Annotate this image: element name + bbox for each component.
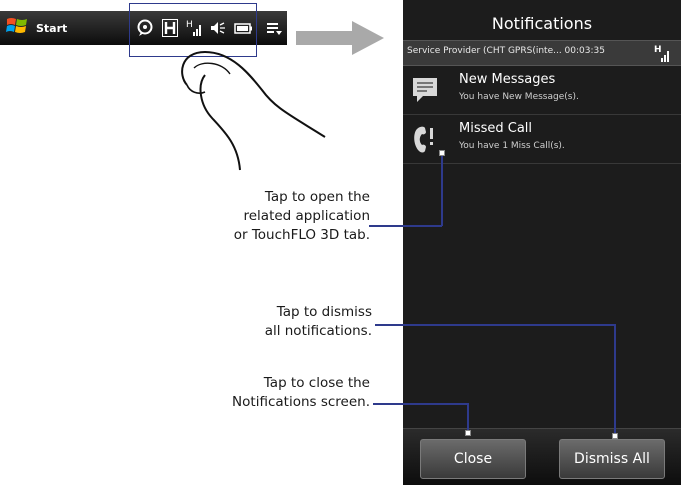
notification-subtitle: You have 1 Miss Call(s).: [459, 141, 565, 151]
provider-text: Service Provider (CHT GPRS(inte... 00:03…: [407, 46, 605, 56]
notification-new-messages[interactable]: New Messages You have New Message(s).: [403, 66, 681, 115]
leader-line: [614, 324, 616, 436]
screen-title: Notifications: [491, 14, 593, 33]
callout-line: related application: [243, 208, 370, 224]
notification-title: Missed Call: [459, 121, 533, 136]
arrow-right-icon: [296, 18, 386, 62]
notifications-screen: Notifications Service Provider (CHT GPRS…: [403, 0, 681, 485]
leader-line: [441, 153, 443, 226]
callout-line: all notifications.: [264, 323, 372, 339]
missed-call-icon: [411, 123, 441, 161]
callout-open-app: Tap to open the related application or T…: [190, 188, 370, 245]
leader-dot: [439, 150, 445, 156]
signal-label: H: [654, 45, 662, 55]
start-button[interactable]: Start: [6, 16, 67, 40]
notification-subtitle: You have New Message(s).: [459, 92, 579, 102]
message-icon: [411, 74, 441, 110]
start-label: Start: [36, 21, 68, 35]
callout-close: Tap to close the Notifications screen.: [180, 374, 370, 412]
callout-line: Tap to close the: [263, 375, 370, 391]
provider-bar: Service Provider (CHT GPRS(inte... 00:03…: [403, 40, 681, 66]
leader-dot: [465, 430, 471, 436]
callout-line: Tap to dismiss: [276, 304, 372, 320]
bottom-button-bar: Close Dismiss All: [403, 428, 681, 485]
leader-line: [467, 403, 469, 433]
leader-line: [375, 324, 615, 326]
leader-line: [369, 225, 442, 227]
notification-title: New Messages: [459, 72, 556, 87]
windows-logo-icon: [6, 16, 28, 40]
signal-strength-icon: H: [653, 43, 671, 67]
callout-line: Notifications screen.: [232, 394, 370, 410]
notification-missed-call[interactable]: Missed Call You have 1 Miss Call(s).: [403, 115, 681, 164]
close-button[interactable]: Close: [420, 439, 526, 479]
callout-line: Tap to open the: [264, 189, 370, 205]
callout-dismiss: Tap to dismiss all notifications.: [200, 303, 372, 341]
leader-line: [373, 403, 468, 405]
leader-dot: [612, 433, 618, 439]
dismiss-all-button[interactable]: Dismiss All: [559, 439, 665, 479]
callout-line: or TouchFLO 3D tab.: [233, 227, 370, 243]
